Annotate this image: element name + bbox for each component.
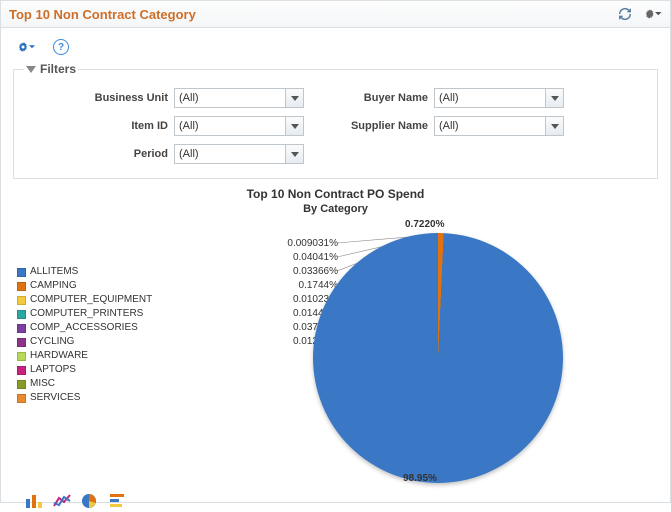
combo-item-id[interactable]: (All) (174, 116, 304, 136)
combo-buyer-name[interactable]: (All) (434, 88, 564, 108)
pie-chart-icon[interactable] (81, 493, 99, 509)
swatch-icon (17, 310, 26, 319)
combo-supplier-name-value: (All) (439, 120, 459, 132)
chart-area: Top 10 Non Contract PO Spend By Category… (13, 187, 658, 487)
combo-period-value: (All) (179, 148, 199, 160)
swatch-icon (17, 268, 26, 277)
filters-legend-label: Filters (40, 62, 76, 76)
panel-title: Top 10 Non Contract Category (9, 7, 196, 22)
swatch-icon (17, 338, 26, 347)
legend-label: COMPUTER_EQUIPMENT (30, 293, 152, 307)
legend-label: CAMPING (30, 279, 77, 293)
chevron-down-icon[interactable] (285, 145, 303, 163)
slice-label-main: 98.95% (403, 473, 437, 484)
pie-chart (313, 233, 563, 483)
chevron-down-icon[interactable] (285, 117, 303, 135)
legend-item: COMPUTER_PRINTERS (17, 307, 152, 321)
swatch-icon (17, 394, 26, 403)
refresh-icon[interactable] (616, 5, 634, 23)
chart-title: Top 10 Non Contract PO Spend (13, 187, 658, 201)
legend-item: SERVICES (17, 391, 152, 405)
swatch-icon (17, 352, 26, 361)
legend-label: ALLITEMS (30, 265, 78, 279)
legend-label: LAPTOPS (30, 363, 76, 377)
chevron-down-icon[interactable] (545, 89, 563, 107)
legend-item: CAMPING (17, 279, 152, 293)
label-business-unit: Business Unit (24, 92, 174, 104)
filters-fieldset: Filters Business Unit (All) Buyer Name (… (13, 62, 658, 179)
legend-label: SERVICES (30, 391, 80, 405)
pie-graphic (313, 233, 563, 483)
legend-item: ALLITEMS (17, 265, 152, 279)
legend-label: MISC (30, 377, 55, 391)
combo-period[interactable]: (All) (174, 144, 304, 164)
dashboard-panel: Top 10 Non Contract Category (0, 0, 671, 503)
combo-business-unit-value: (All) (179, 92, 199, 104)
toolbar-row: ? (1, 28, 670, 62)
legend-label: CYCLING (30, 335, 74, 349)
chart-legend: ALLITEMS CAMPING COMPUTER_EQUIPMENT COMP… (17, 265, 152, 405)
chevron-down-icon[interactable] (285, 89, 303, 107)
collapse-icon[interactable] (26, 66, 36, 73)
combo-supplier-name[interactable]: (All) (434, 116, 564, 136)
swatch-icon (17, 366, 26, 375)
legend-item: MISC (17, 377, 152, 391)
label-supplier-name: Supplier Name (314, 120, 434, 132)
chart-type-toolbar (25, 493, 670, 509)
label-period: Period (24, 148, 174, 160)
combo-business-unit[interactable]: (All) (174, 88, 304, 108)
line-chart-icon[interactable] (53, 493, 71, 509)
legend-item: HARDWARE (17, 349, 152, 363)
slice-label-top: 0.7220% (405, 219, 444, 230)
settings-icon[interactable] (644, 5, 662, 23)
legend-label: COMPUTER_PRINTERS (30, 307, 143, 321)
label-item-id: Item ID (24, 120, 174, 132)
swatch-icon (17, 380, 26, 389)
combo-buyer-name-value: (All) (439, 92, 459, 104)
help-icon[interactable]: ? (53, 39, 69, 55)
swatch-icon (17, 296, 26, 305)
swatch-icon (17, 282, 26, 291)
filters-grid: Business Unit (All) Buyer Name (All) Ite… (24, 82, 647, 164)
legend-item: CYCLING (17, 335, 152, 349)
filters-legend[interactable]: Filters (24, 62, 78, 76)
swatch-icon (17, 324, 26, 333)
chart-subtitle: By Category (13, 203, 658, 215)
combo-item-id-value: (All) (179, 120, 199, 132)
legend-item: COMP_ACCESSORIES (17, 321, 152, 335)
view-options-icon[interactable] (17, 38, 35, 56)
label-buyer-name: Buyer Name (314, 92, 434, 104)
bar-chart-icon[interactable] (25, 493, 43, 509)
legend-item: COMPUTER_EQUIPMENT (17, 293, 152, 307)
legend-label: COMP_ACCESSORIES (30, 321, 138, 335)
legend-label: HARDWARE (30, 349, 88, 363)
legend-item: LAPTOPS (17, 363, 152, 377)
chevron-down-icon[interactable] (545, 117, 563, 135)
hbar-chart-icon[interactable] (109, 493, 127, 509)
panel-header: Top 10 Non Contract Category (1, 1, 670, 28)
panel-actions (616, 5, 662, 23)
